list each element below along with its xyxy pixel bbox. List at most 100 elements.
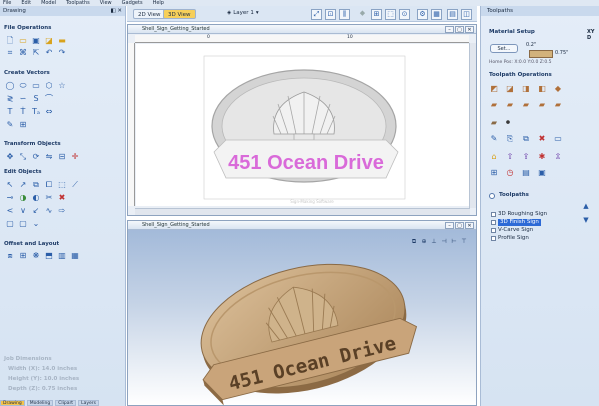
trim-icon[interactable]: ⟋ [70, 180, 80, 190]
box-rounded-icon[interactable]: ▢ [18, 219, 28, 229]
folder-icon[interactable]: ▬ [57, 36, 67, 46]
text-on-curve-icon[interactable]: Ṫ [18, 107, 28, 117]
pocket-toolpath-icon[interactable]: ◪ [505, 84, 515, 94]
text-arc-icon[interactable]: Tₐ [31, 107, 41, 117]
summary-icon[interactable]: ▭ [553, 134, 563, 144]
circle-icon[interactable]: ◯ [5, 81, 15, 91]
move-down-icon[interactable]: ▼ [581, 215, 591, 225]
polyline-icon[interactable]: ≷ [5, 94, 15, 104]
delete-toolpath-icon[interactable]: ✖ [537, 134, 547, 144]
merge-icon[interactable]: ⇧ [505, 152, 515, 162]
select-icon[interactable]: ↖ [5, 180, 15, 190]
measure-icon[interactable]: ⊞ [371, 9, 382, 20]
edit-tool-icon[interactable]: ✎ [489, 134, 499, 144]
edit-job-icon[interactable]: ⌘ [18, 48, 28, 58]
material-icon[interactable]: ▦ [431, 9, 442, 20]
minimize-icon[interactable]: – [445, 26, 454, 33]
vertical-scrollbar[interactable] [469, 43, 476, 208]
save-toolpath-icon[interactable]: ▣ [537, 168, 547, 178]
preview-toolpath-icon[interactable]: ✱ [537, 152, 547, 162]
subtract-icon[interactable]: ◑ [18, 193, 28, 203]
undo-icon[interactable]: ↶ [44, 48, 54, 58]
toolpath-item[interactable]: 3D Roughing Sign [491, 211, 547, 218]
split-view-icon[interactable]: ◫ [461, 9, 472, 20]
tab-modeling[interactable]: Modeling [26, 400, 54, 406]
horizontal-scrollbar[interactable] [135, 208, 470, 215]
dropdown-icon[interactable]: ⌄ [31, 219, 41, 229]
fluting-toolpath-icon[interactable]: ▰ [489, 100, 499, 110]
save-icon[interactable]: ▣ [31, 36, 41, 46]
smooth-icon[interactable]: ∿ [44, 206, 54, 216]
mirror-icon[interactable]: ⇋ [44, 152, 54, 162]
extend-icon[interactable]: ↙ [31, 206, 41, 216]
grid-icon[interactable]: ⊞ [18, 120, 28, 130]
tab-3d-view[interactable]: 3D View [163, 9, 196, 19]
tab-drawing[interactable]: Drawing [0, 400, 25, 406]
2d-canvas[interactable]: 451 Ocean Drive Sign-Making Software [136, 44, 469, 206]
inlay-toolpath-icon[interactable]: ▰ [537, 100, 547, 110]
quick-engrave-icon[interactable]: ◆ [553, 84, 563, 94]
close-icon[interactable]: ✕ [465, 222, 474, 229]
rotate-icon[interactable]: ⟳ [31, 152, 41, 162]
toolpath-preview-icon[interactable]: ⚙ [417, 9, 428, 20]
recalculate-icon[interactable]: ⇫ [553, 152, 563, 162]
angle-left-icon[interactable]: < [5, 206, 15, 216]
scissors-icon[interactable]: ✂ [44, 193, 54, 203]
prism-toolpath-icon[interactable]: ▰ [521, 100, 531, 110]
simulation-icon[interactable]: ▤ [521, 168, 531, 178]
texture-toolpath-icon[interactable]: ▰ [505, 100, 515, 110]
time-estimate-icon[interactable]: ◷ [505, 168, 515, 178]
toolpath-item[interactable]: Profile Sign [491, 235, 529, 242]
nesting-icon[interactable]: ⬒ [44, 251, 54, 261]
finishing-3d-icon[interactable]: ⚫ [503, 118, 513, 128]
text-icon[interactable]: T [5, 107, 15, 117]
toolpath-checkbox[interactable] [491, 236, 496, 241]
offset-icon[interactable]: ⧈ [5, 251, 15, 261]
maximize-icon[interactable]: ▢ [455, 222, 464, 229]
array-copy-icon[interactable]: ⊞ [18, 251, 28, 261]
pin-icon[interactable]: ◧ ✕ [110, 8, 122, 14]
snap-icon[interactable]: ◆ [357, 9, 368, 20]
home-icon[interactable]: ⌂ [489, 152, 499, 162]
box-icon[interactable]: ▢ [5, 219, 15, 229]
align-icon[interactable]: ⊟ [57, 152, 67, 162]
vcarve-toolpath-icon[interactable]: ◧ [537, 84, 547, 94]
toolpath-checkbox[interactable] [491, 228, 496, 233]
roughing-3d-icon[interactable]: ▰ [489, 118, 499, 128]
import-icon[interactable]: ◪ [44, 36, 54, 46]
move-icon[interactable]: ✥ [5, 152, 15, 162]
center-icon[interactable]: ✛ [70, 152, 80, 162]
toolpath-item[interactable]: V-Carve Sign [491, 227, 533, 234]
fillet-icon[interactable]: ⌒ [44, 94, 54, 104]
toolpath-checkbox[interactable] [491, 212, 496, 217]
arrow-right-icon[interactable]: ⇨ [57, 206, 67, 216]
template-icon[interactable]: ⇪ [521, 152, 531, 162]
v-shape-icon[interactable]: ∨ [18, 206, 28, 216]
polygon-icon[interactable]: ⬡ [44, 81, 54, 91]
node-edit-icon[interactable]: ↗ [18, 180, 28, 190]
layout-icon[interactable]: ▤ [447, 9, 458, 20]
export-icon[interactable]: ⇱ [31, 48, 41, 58]
trace-bitmap-icon[interactable]: ✎ [5, 120, 15, 130]
zoom-all-icon[interactable]: ⤢ [311, 9, 322, 20]
join-icon[interactable]: ⊸ [5, 193, 15, 203]
drill-toolpath-icon[interactable]: ◨ [521, 84, 531, 94]
intersect-icon[interactable]: ◐ [31, 193, 41, 203]
maximize-icon[interactable]: ▢ [455, 26, 464, 33]
circular-array-icon[interactable]: ❋ [31, 251, 41, 261]
zoom-box-icon[interactable]: ⊡ [325, 9, 336, 20]
open-folder-icon[interactable]: ▭ [18, 36, 28, 46]
ungroup-icon[interactable]: ⧠ [44, 180, 54, 190]
weld-icon[interactable]: ⬚ [57, 180, 67, 190]
rectangle-icon[interactable]: ▭ [31, 81, 41, 91]
view-icon[interactable]: ⬚ [385, 9, 396, 20]
move-up-icon[interactable]: ▲ [581, 201, 591, 211]
job-setup-icon[interactable]: ⌗ [5, 48, 15, 58]
ellipse-icon[interactable]: ⬭ [18, 81, 28, 91]
toolpath-item[interactable]: 3D Finish Sign [491, 219, 541, 226]
arc-icon[interactable]: S [31, 94, 41, 104]
close-icon[interactable]: ✕ [465, 26, 474, 33]
fit-icon[interactable]: ▦ [70, 251, 80, 261]
star-icon[interactable]: ☆ [57, 81, 67, 91]
moulding-toolpath-icon[interactable]: ▰ [553, 100, 563, 110]
